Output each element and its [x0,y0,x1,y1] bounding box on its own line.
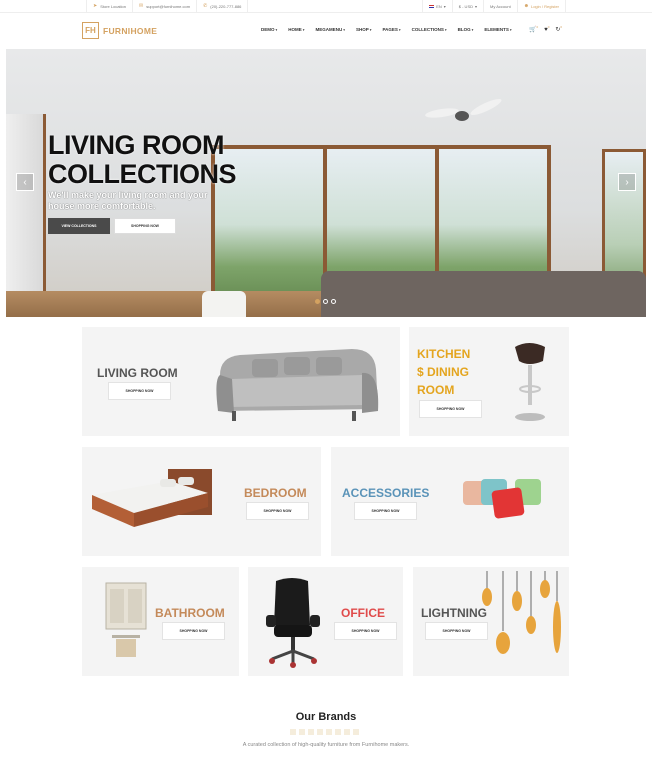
mail-icon: ✉ [139,3,144,9]
slider-dots [315,299,336,304]
view-collections-button[interactable]: VIEW COLLECTIONS [48,218,110,234]
user-icon: ☻ [523,3,529,9]
category-card-lightning[interactable]: LIGHTNING SHOPPING NOW [413,567,569,676]
nav-item-home[interactable]: HOME [288,27,304,32]
hero-slider: LIVING ROOM COLLECTIONS We'll make your … [6,49,646,317]
my-account-link[interactable]: My Account [483,0,517,12]
brands-subtitle: A curated collection of high-quality fur… [242,742,410,748]
slider-dot[interactable] [315,299,320,304]
phone-link[interactable]: ✆ (20)-220-777-886 [197,0,249,12]
pillows-image [463,479,541,519]
category-title: OFFICE [341,606,385,620]
hero-shopping-now-button[interactable]: SHOPPING NOW [114,218,176,234]
category-card-living-room[interactable]: LIVING ROOM SHOPPING NOW [82,327,400,436]
location-pin-icon: ➤ [93,3,98,9]
armchair-image [202,291,246,317]
hero-subtitle: We'll make your living room and your hou… [48,190,208,211]
nav-item-elements[interactable]: ELEMENTS [484,27,511,32]
sofa-image [216,349,379,421]
top-bar: ➤ Store Location ✉ support@furnihome.com ✆… [0,0,652,13]
shopping-now-button[interactable]: SHOPPING NOW [419,400,482,418]
nav-item-shop[interactable]: SHOP [356,27,372,32]
pendant-lights-image [482,571,561,654]
shopping-now-button[interactable]: SHOPPING NOW [334,622,397,640]
email-link[interactable]: ✉ support@furnihome.com [133,0,198,12]
flag-icon [429,4,435,8]
hero-text: LIVING ROOM COLLECTIONS We'll make your … [48,130,237,212]
category-title: ACCESSORIES [342,486,430,500]
bar-stool-image [515,343,545,421]
shopping-now-button[interactable]: SHOPPING NOW [246,502,309,520]
top-bar-account: EN ▾ $ - USD ▾ My Account ☻ Login / Regis… [422,0,566,12]
login-register-link[interactable]: ☻ Login / Register [516,0,566,12]
category-card-kitchen-dining[interactable]: KITCHEN $ DINING ROOM SHOPPING NOW [409,327,569,436]
logo[interactable]: FH FURNIHOME [82,22,157,39]
hero-buttons: VIEW COLLECTIONS SHOPPING NOW [48,218,176,234]
category-title: BEDROOM [244,486,307,500]
phone-icon: ✆ [203,3,208,9]
chevron-right-icon[interactable]: › [618,173,636,191]
currency-select[interactable]: $ - USD ▾ [451,0,483,12]
nav-item-megamenu[interactable]: MEGAMENU [315,27,344,32]
main-nav: DEMO HOME MEGAMENU SHOP PAGES COLLECTION… [261,27,512,32]
category-card-bedroom[interactable]: BEDROOM SHOPPING NOW [82,447,321,556]
brands-divider [290,729,362,735]
top-bar-contacts: ➤ Store Location ✉ support@furnihome.com ✆… [86,0,249,12]
bed-image [92,469,212,527]
bathroom-cabinet-image [105,582,147,657]
nav-item-collections[interactable]: COLLECTIONS [412,27,447,32]
cart-count: 0 [536,25,539,29]
ceiling-fan-image [424,96,504,125]
nav-item-demo[interactable]: DEMO [261,27,277,32]
site-header: FH FURNIHOME DEMO HOME MEGAMENU SHOP PAG… [0,13,652,49]
compare-count: 0 [560,25,563,29]
shopping-now-button[interactable]: SHOPPING NOW [162,622,225,640]
logo-mark: FH [82,22,99,39]
hero-title: LIVING ROOM COLLECTIONS [48,130,237,189]
chevron-left-icon[interactable]: ‹ [16,173,34,191]
language-select[interactable]: EN ▾ [422,0,452,12]
office-chair-image [266,578,320,668]
hero-barn-door [6,114,46,317]
category-card-office[interactable]: OFFICE SHOPPING NOW [248,567,403,676]
shopping-now-button[interactable]: SHOPPING NOW [108,382,171,400]
compare-icon[interactable]: ↻0 [555,25,562,33]
brands-title: Our Brands [295,711,357,723]
category-card-accessories[interactable]: ACCESSORIES SHOPPING NOW [331,447,569,556]
store-location-link[interactable]: ➤ Store Location [86,0,133,12]
header-icons: 🛒0 ♥0 ↻0 [529,25,562,33]
slider-dot[interactable] [323,299,328,304]
category-card-bathroom[interactable]: BATHROOM SHOPPING NOW [82,567,239,676]
category-title: LIVING ROOM [97,366,178,380]
slider-dot[interactable] [331,299,336,304]
category-title: BATHROOM [155,606,225,620]
nav-item-blog[interactable]: BLOG [458,27,474,32]
logo-text: FURNIHOME [103,25,158,36]
category-title: KITCHEN $ DINING ROOM [417,347,471,397]
nav-item-pages[interactable]: PAGES [382,27,400,32]
cart-icon[interactable]: 🛒0 [529,25,538,33]
wishlist-icon[interactable]: ♥0 [544,25,549,33]
wishlist-count: 0 [547,25,550,29]
shopping-now-button[interactable]: SHOPPING NOW [354,502,417,520]
